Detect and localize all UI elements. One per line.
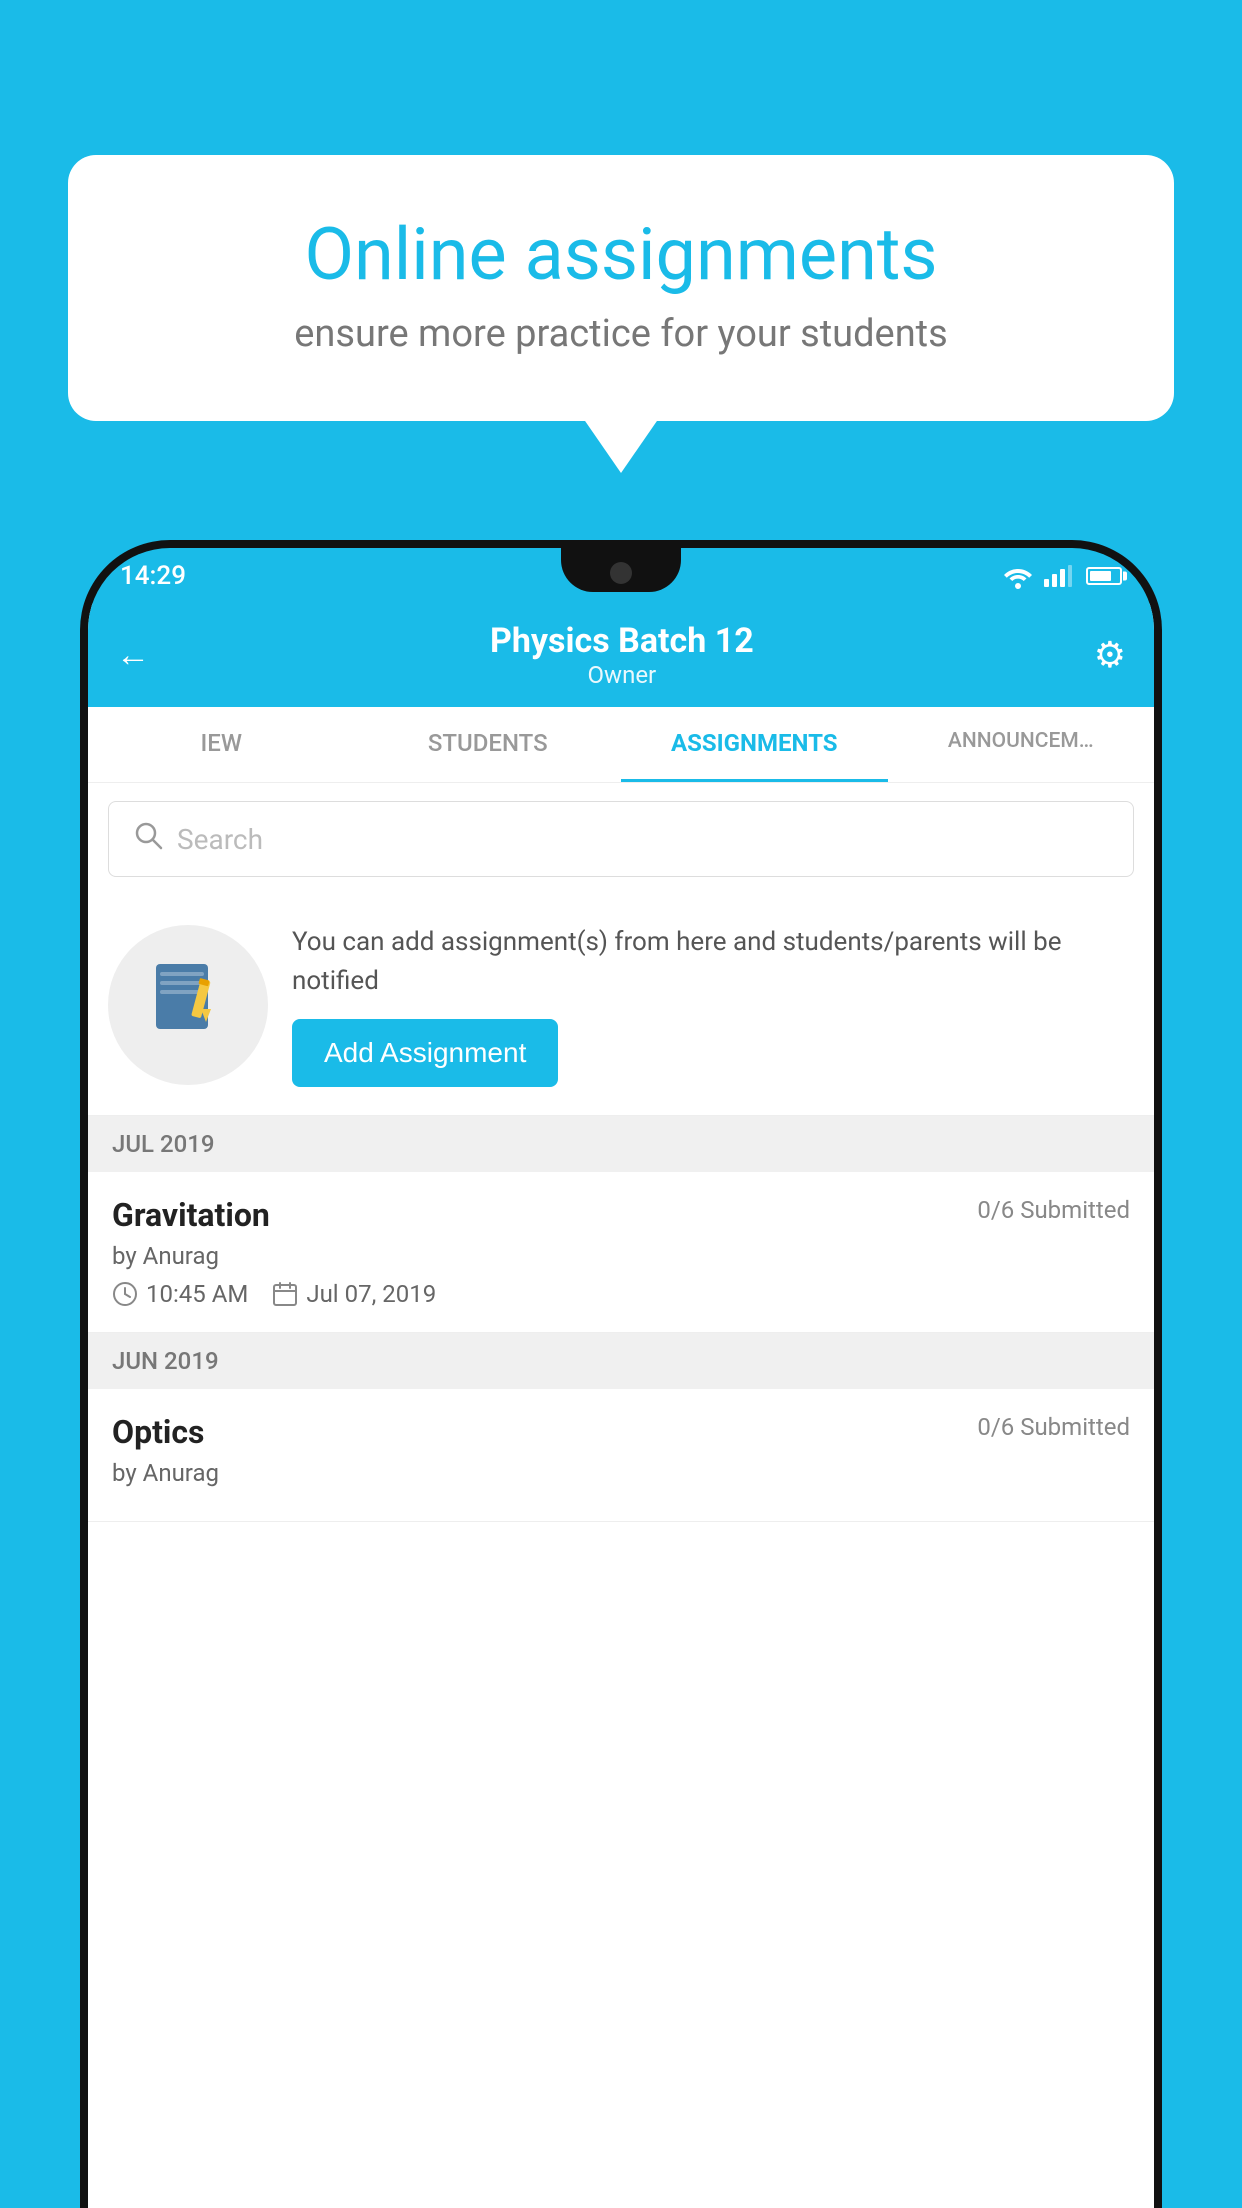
search-box[interactable]: Search	[108, 801, 1134, 877]
header-title: Physics Batch 12	[490, 621, 754, 661]
assignment-row-top: Gravitation 0/6 Submitted	[112, 1196, 1130, 1234]
promo-icon-circle	[108, 925, 268, 1085]
assignment-meta: 10:45 AM Jul 07, 2019	[112, 1280, 1130, 1308]
section-jun-2019: JUN 2019	[88, 1333, 1154, 1389]
assignment-date: Jul 07, 2019	[306, 1280, 436, 1308]
tab-iew[interactable]: IEW	[88, 707, 355, 782]
assignment-status: 0/6 Submitted	[977, 1196, 1130, 1224]
tab-assignments[interactable]: ASSIGNMENTS	[621, 707, 888, 782]
speech-bubble: Online assignments ensure more practice …	[68, 155, 1174, 421]
front-camera	[610, 562, 632, 584]
speech-bubble-container: Online assignments ensure more practice …	[68, 155, 1174, 421]
meta-date: Jul 07, 2019	[272, 1280, 436, 1308]
tab-students[interactable]: STUDENTS	[355, 707, 622, 782]
section-jul-label: JUL 2019	[112, 1130, 215, 1158]
bubble-subtitle: ensure more practice for your students	[123, 312, 1119, 356]
search-container: Search	[88, 783, 1154, 895]
notebook-icon	[146, 954, 231, 1057]
assignment-name-optics: Optics	[112, 1413, 204, 1451]
promo-content: You can add assignment(s) from here and …	[292, 923, 1134, 1087]
status-icons	[1002, 563, 1122, 589]
app-screen: ← Physics Batch 12 Owner ⚙ IEW STUDENTS …	[88, 603, 1154, 2208]
assignment-time: 10:45 AM	[146, 1280, 248, 1308]
phone-inner: 14:29	[88, 548, 1154, 2208]
app-header: ← Physics Batch 12 Owner ⚙	[88, 603, 1154, 707]
settings-icon[interactable]: ⚙	[1094, 634, 1126, 676]
assignment-name: Gravitation	[112, 1196, 270, 1234]
tab-announcements[interactable]: ANNOUNCEM…	[888, 707, 1155, 782]
tabs-container: IEW STUDENTS ASSIGNMENTS ANNOUNCEM…	[88, 707, 1154, 783]
signal-icon	[1044, 565, 1072, 587]
assignment-status-optics: 0/6 Submitted	[977, 1413, 1130, 1441]
assignment-author-optics: by Anurag	[112, 1459, 1130, 1487]
header-center: Physics Batch 12 Owner	[490, 621, 754, 689]
search-icon	[133, 820, 163, 858]
wifi-icon	[1002, 563, 1034, 589]
assignment-promo: You can add assignment(s) from here and …	[88, 895, 1154, 1116]
calendar-icon	[272, 1281, 298, 1307]
battery-fill	[1090, 571, 1111, 581]
section-jun-label: JUN 2019	[112, 1347, 219, 1375]
promo-description: You can add assignment(s) from here and …	[292, 923, 1134, 1001]
status-time: 14:29	[120, 561, 186, 591]
assignment-item-gravitation[interactable]: Gravitation 0/6 Submitted by Anurag 10:4…	[88, 1172, 1154, 1333]
search-placeholder: Search	[177, 823, 263, 856]
back-button[interactable]: ←	[116, 635, 150, 675]
assignment-row-top-optics: Optics 0/6 Submitted	[112, 1413, 1130, 1451]
bubble-title: Online assignments	[123, 215, 1119, 294]
phone-notch	[561, 548, 681, 592]
assignment-item-optics[interactable]: Optics 0/6 Submitted by Anurag	[88, 1389, 1154, 1522]
add-assignment-button[interactable]: Add Assignment	[292, 1019, 558, 1087]
section-jul-2019: JUL 2019	[88, 1116, 1154, 1172]
header-subtitle: Owner	[490, 661, 754, 689]
battery-icon	[1086, 567, 1122, 585]
assignment-author: by Anurag	[112, 1242, 1130, 1270]
meta-time: 10:45 AM	[112, 1280, 248, 1308]
phone-frame: 14:29	[80, 540, 1162, 2208]
clock-icon	[112, 1281, 138, 1307]
